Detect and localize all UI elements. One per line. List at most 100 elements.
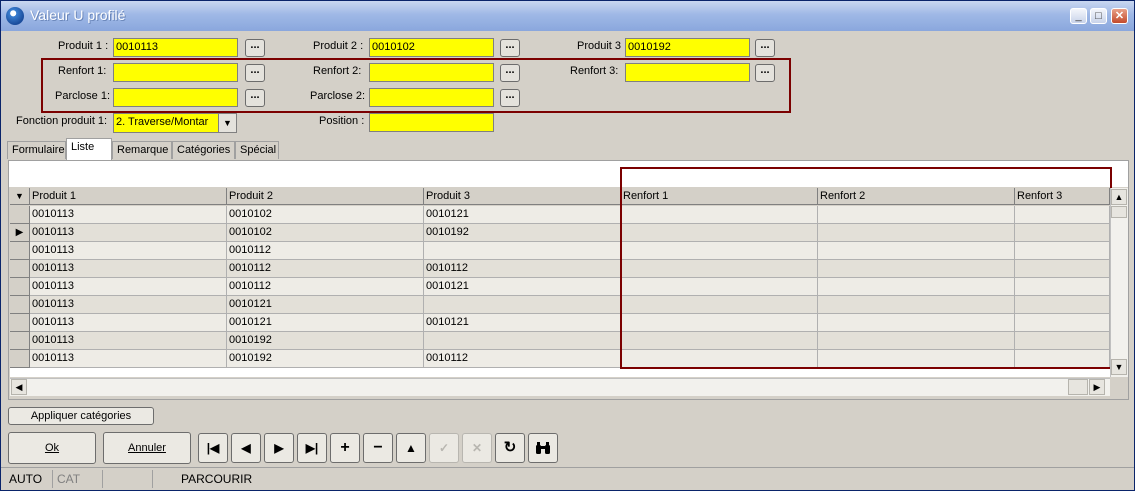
- table-cell-renfort2[interactable]: [818, 278, 1015, 296]
- table-cell-renfort3[interactable]: [1015, 278, 1110, 296]
- table-cell-renfort2[interactable]: [818, 350, 1015, 368]
- add-record-icon[interactable]: +: [330, 433, 360, 463]
- table-cell-renfort3[interactable]: [1015, 260, 1110, 278]
- ok-button[interactable]: Ok: [8, 432, 96, 464]
- renfort1-field[interactable]: [113, 63, 238, 82]
- tab-liste[interactable]: Liste: [66, 138, 112, 160]
- apply-categories-button[interactable]: Appliquer catégories: [8, 407, 154, 425]
- table-row[interactable]: 0010113 0010192 0010112: [10, 350, 1110, 368]
- table-cell-renfort3[interactable]: [1015, 296, 1110, 314]
- produit2-browse-button[interactable]: ...: [500, 39, 520, 57]
- cancel-button[interactable]: Annuler: [103, 432, 191, 464]
- table-cell-produit2[interactable]: 0010192: [227, 332, 424, 350]
- table-cell-renfort1[interactable]: [621, 296, 818, 314]
- column-header-renfort2[interactable]: Renfort 2: [818, 188, 1015, 205]
- edit-record-icon[interactable]: ▲: [396, 433, 426, 463]
- parclose1-field[interactable]: [113, 88, 238, 107]
- table-cell-renfort2[interactable]: [818, 242, 1015, 260]
- table-cell-renfort1[interactable]: [621, 314, 818, 332]
- table-cell-produit3[interactable]: [424, 332, 621, 350]
- next-record-icon[interactable]: ▶: [264, 433, 294, 463]
- row-indicator[interactable]: [10, 350, 30, 368]
- delete-record-icon[interactable]: −: [363, 433, 393, 463]
- table-row[interactable]: 0010113 0010112 0010121: [10, 278, 1110, 296]
- table-row[interactable]: 0010113 0010192: [10, 332, 1110, 350]
- scroll-down-icon[interactable]: ▼: [1111, 359, 1127, 375]
- table-cell-renfort3[interactable]: [1015, 206, 1110, 224]
- row-indicator[interactable]: [10, 314, 30, 332]
- table-cell-renfort2[interactable]: [818, 332, 1015, 350]
- table-cell-produit1[interactable]: 0010113: [30, 278, 227, 296]
- table-cell-produit2[interactable]: 0010192: [227, 350, 424, 368]
- table-cell-produit2[interactable]: 0010102: [227, 224, 424, 242]
- position-field[interactable]: [369, 113, 494, 132]
- table-cell-renfort1[interactable]: [621, 260, 818, 278]
- horizontal-scrollbar[interactable]: ◀ ▶: [10, 378, 1110, 396]
- column-header-produit3[interactable]: Produit 3: [424, 188, 621, 205]
- scroll-left-icon[interactable]: ◀: [11, 379, 27, 395]
- table-row[interactable]: 0010113 0010121: [10, 296, 1110, 314]
- table-cell-produit2[interactable]: 0010112: [227, 260, 424, 278]
- table-cell-renfort1[interactable]: [621, 332, 818, 350]
- table-cell-produit1[interactable]: 0010113: [30, 296, 227, 314]
- table-cell-produit3[interactable]: 0010121: [424, 278, 621, 296]
- refresh-icon[interactable]: ↻: [495, 433, 525, 463]
- row-indicator[interactable]: [10, 260, 30, 278]
- table-cell-produit1[interactable]: 0010113: [30, 314, 227, 332]
- produit2-field[interactable]: 0010102: [369, 38, 494, 57]
- table-cell-produit1[interactable]: 0010113: [30, 224, 227, 242]
- renfort1-browse-button[interactable]: ...: [245, 64, 265, 82]
- table-row[interactable]: 0010113 0010112 0010112: [10, 260, 1110, 278]
- renfort2-field[interactable]: [369, 63, 494, 82]
- fonction-select[interactable]: 2. Traverse/Montar ▼: [113, 113, 237, 133]
- row-indicator[interactable]: [10, 332, 30, 350]
- table-cell-produit1[interactable]: 0010113: [30, 260, 227, 278]
- table-cell-produit3[interactable]: 0010121: [424, 314, 621, 332]
- produit3-browse-button[interactable]: ...: [755, 39, 775, 57]
- table-cell-renfort3[interactable]: [1015, 314, 1110, 332]
- chevron-down-icon[interactable]: ▼: [218, 114, 236, 132]
- renfort3-field[interactable]: [625, 63, 750, 82]
- vertical-scrollbar[interactable]: ▲ ▼: [1110, 188, 1128, 377]
- table-cell-renfort1[interactable]: [621, 206, 818, 224]
- table-cell-produit1[interactable]: 0010113: [30, 206, 227, 224]
- table-row[interactable]: ▶ 0010113 0010102 0010192: [10, 224, 1110, 242]
- table-cell-produit1[interactable]: 0010113: [30, 350, 227, 368]
- row-indicator[interactable]: [10, 278, 30, 296]
- tab-categories[interactable]: Catégories: [172, 141, 235, 159]
- grid-filter-bar[interactable]: [9, 161, 1128, 187]
- scroll-up-icon[interactable]: ▲: [1111, 189, 1127, 205]
- table-cell-produit1[interactable]: 0010113: [30, 242, 227, 260]
- column-header-produit2[interactable]: Produit 2: [227, 188, 424, 205]
- table-cell-produit3[interactable]: [424, 296, 621, 314]
- table-cell-renfort3[interactable]: [1015, 224, 1110, 242]
- table-cell-produit2[interactable]: 0010112: [227, 242, 424, 260]
- first-record-icon[interactable]: |◀: [198, 433, 228, 463]
- table-cell-renfort2[interactable]: [818, 206, 1015, 224]
- column-header-renfort1[interactable]: Renfort 1: [621, 188, 818, 205]
- table-cell-renfort1[interactable]: [621, 224, 818, 242]
- parclose2-browse-button[interactable]: ...: [500, 89, 520, 107]
- row-indicator[interactable]: [10, 242, 30, 260]
- table-cell-produit3[interactable]: 0010121: [424, 206, 621, 224]
- parclose1-browse-button[interactable]: ...: [245, 89, 265, 107]
- tab-remarque[interactable]: Remarque: [112, 141, 172, 159]
- table-cell-renfort3[interactable]: [1015, 332, 1110, 350]
- hscroll-thumb[interactable]: [1068, 379, 1088, 395]
- column-header-renfort3[interactable]: Renfort 3: [1015, 188, 1110, 205]
- table-cell-renfort1[interactable]: [621, 242, 818, 260]
- table-cell-produit2[interactable]: 0010121: [227, 314, 424, 332]
- previous-record-icon[interactable]: ◀: [231, 433, 261, 463]
- table-cell-renfort3[interactable]: [1015, 350, 1110, 368]
- renfort3-browse-button[interactable]: ...: [755, 64, 775, 82]
- table-cell-produit1[interactable]: 0010113: [30, 332, 227, 350]
- table-cell-renfort2[interactable]: [818, 224, 1015, 242]
- produit1-browse-button[interactable]: ...: [245, 39, 265, 57]
- table-cell-produit2[interactable]: 0010102: [227, 206, 424, 224]
- scroll-thumb[interactable]: [1111, 206, 1127, 218]
- cancel-edit-icon[interactable]: ✕: [462, 433, 492, 463]
- produit1-field[interactable]: 0010113: [113, 38, 238, 57]
- table-row[interactable]: 0010113 0010112: [10, 242, 1110, 260]
- scroll-right-icon[interactable]: ▶: [1089, 379, 1105, 395]
- table-cell-renfort1[interactable]: [621, 350, 818, 368]
